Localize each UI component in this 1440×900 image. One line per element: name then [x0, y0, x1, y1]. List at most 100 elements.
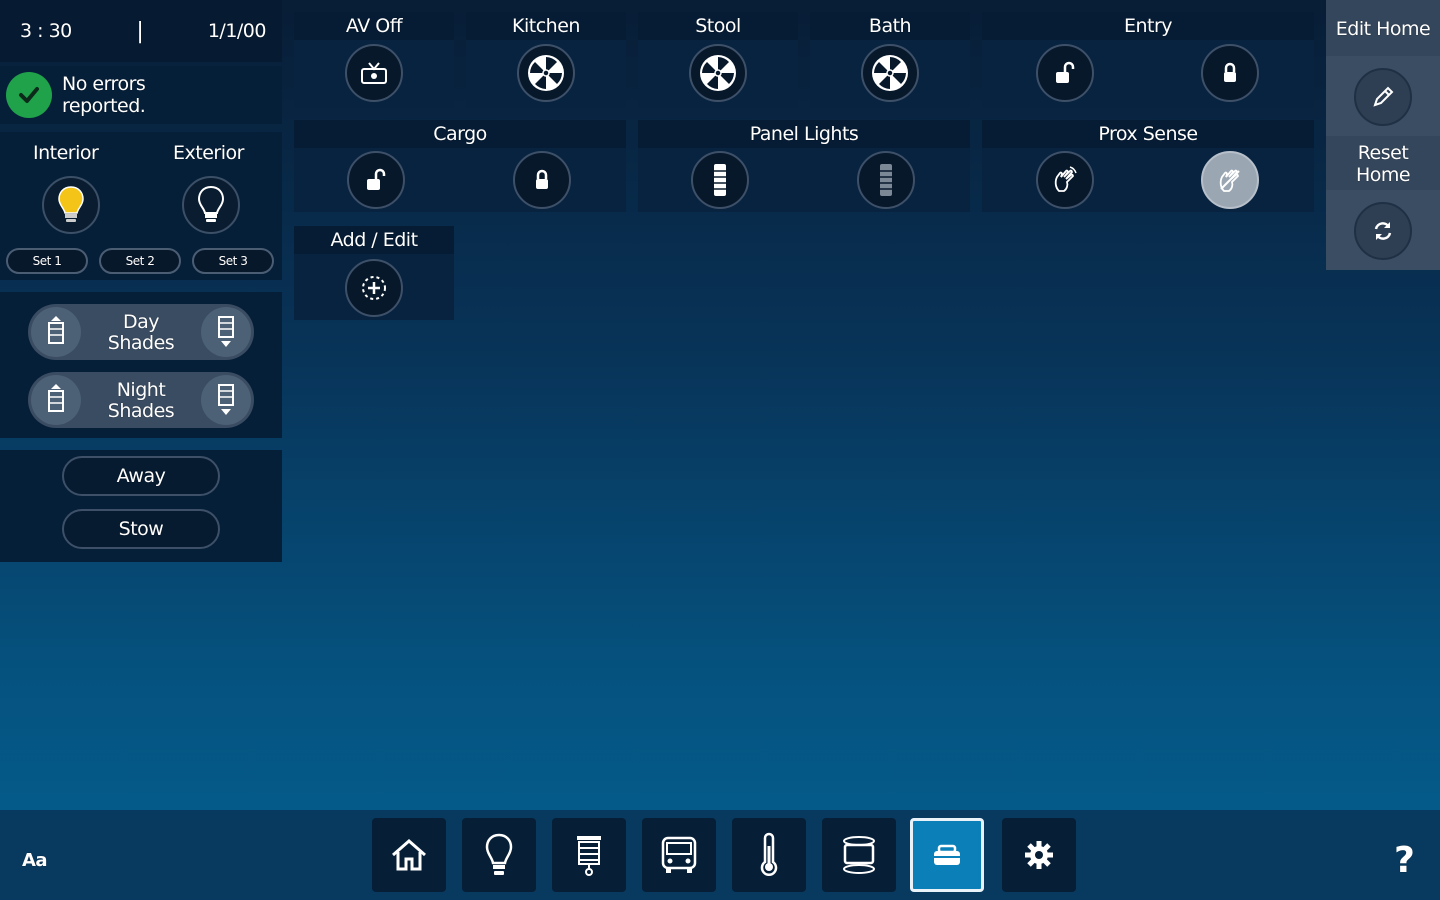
panel-light-on-icon [714, 164, 726, 196]
lock-icon [536, 169, 548, 189]
lightbulb-icon [485, 833, 513, 875]
stow-button[interactable]: Stow [62, 509, 220, 549]
font-size-button[interactable]: Aa [22, 850, 48, 871]
stool-fan-button[interactable] [689, 44, 747, 102]
hand-wave-icon [1054, 166, 1077, 192]
fan-icon [700, 55, 736, 91]
edit-panel: Edit Home Reset Home [1326, 0, 1440, 270]
tile-stool: Stool [638, 12, 798, 108]
tv-off-icon [361, 62, 387, 84]
unlock-icon [367, 168, 386, 190]
kitchen-fan-button[interactable] [517, 44, 575, 102]
day-shades-label-1: Day [122, 311, 160, 333]
night-shades-control: Night Shades [28, 372, 254, 428]
shade-down-icon [218, 316, 234, 347]
night-shades-down-button[interactable] [201, 375, 251, 425]
cargo-lock-button[interactable] [513, 151, 571, 209]
pencil-icon [1373, 86, 1394, 107]
shades-panel: Day Shades Night Shades [0, 292, 282, 438]
tile-kitchen: Kitchen [466, 12, 626, 108]
away-button[interactable]: Away [62, 456, 220, 496]
tile-cargo-title: Cargo [294, 120, 626, 148]
fan-icon [528, 55, 564, 91]
modes-panel: Away Stow [0, 450, 282, 562]
nav-plumbing-button[interactable] [910, 818, 984, 892]
add-edit-button[interactable] [345, 259, 403, 317]
tank-icon [934, 844, 960, 865]
help-button[interactable]: ? [1394, 840, 1415, 881]
tile-add-edit-title: Add / Edit [294, 226, 454, 254]
tile-prox-sense: Prox Sense [982, 120, 1314, 212]
panel-lights-on-button[interactable] [691, 151, 749, 209]
tile-entry-title: Entry [982, 12, 1314, 40]
reset-home-button[interactable] [1354, 202, 1412, 260]
tile-stool-title: Stool [638, 12, 798, 40]
night-shades-label-1: Night [116, 379, 166, 401]
av-off-button[interactable] [345, 44, 403, 102]
nav-home-button[interactable] [372, 818, 446, 892]
refresh-icon [1374, 222, 1392, 240]
night-shades-up-button[interactable] [31, 375, 81, 425]
nav-media-button[interactable] [822, 818, 896, 892]
monitor-icon [843, 836, 875, 874]
prox-sense-on-button[interactable] [1036, 151, 1094, 209]
shade-down-icon [218, 384, 234, 415]
thermometer-icon [760, 832, 778, 876]
panel-light-off-icon [880, 164, 892, 196]
unlock-icon [1056, 61, 1075, 83]
interior-light-button[interactable] [42, 176, 100, 234]
exterior-light-button[interactable] [182, 176, 240, 234]
date: 1/1/00 [207, 20, 267, 42]
tile-bath-title: Bath [810, 12, 970, 40]
tile-av-off: AV Off [294, 12, 454, 108]
rv-icon [661, 836, 697, 873]
bulb-off-icon [197, 185, 225, 222]
tile-panel-lights: Panel Lights [638, 120, 970, 212]
reset-home-label-1: Reset [1357, 142, 1409, 164]
edit-home-button[interactable] [1354, 68, 1412, 126]
cargo-unlock-button[interactable] [347, 151, 405, 209]
bath-fan-button[interactable] [861, 44, 919, 102]
entry-unlock-button[interactable] [1036, 44, 1094, 102]
set-2-button[interactable]: Set 2 [99, 248, 181, 274]
edit-home-label: Edit Home [1335, 18, 1431, 40]
set-1-button[interactable]: Set 1 [6, 248, 88, 274]
tile-entry: Entry [982, 12, 1314, 108]
exterior-label: Exterior [173, 142, 244, 164]
nav-lighting-button[interactable] [462, 818, 536, 892]
panel-lights-off-button[interactable] [857, 151, 915, 209]
error-status[interactable]: No errors reported. [0, 66, 282, 124]
shade-up-icon [48, 384, 64, 412]
checkmark-icon [6, 72, 52, 118]
entry-lock-button[interactable] [1201, 44, 1259, 102]
nav-shades-button[interactable] [552, 818, 626, 892]
day-shades-down-button[interactable] [201, 307, 251, 357]
bulb-on-icon [58, 186, 84, 222]
gear-icon [1025, 841, 1053, 869]
status-bar: 3 : 30 | 1/1/00 [0, 0, 282, 62]
tile-bath: Bath [810, 12, 970, 108]
shades-icon [577, 836, 601, 876]
tile-av-off-title: AV Off [294, 12, 454, 40]
nav-settings-button[interactable] [1002, 818, 1076, 892]
clock: 3 : 30 [20, 20, 72, 42]
day-shades-control: Day Shades [28, 304, 254, 360]
day-shades-up-button[interactable] [31, 307, 81, 357]
tile-cargo: Cargo [294, 120, 626, 212]
day-shades-label-2: Shades [107, 332, 175, 354]
error-message-line1: No errors [62, 73, 146, 95]
tile-add-edit: Add / Edit [294, 226, 454, 320]
tile-prox-sense-title: Prox Sense [982, 120, 1314, 148]
nav-vehicle-button[interactable] [642, 818, 716, 892]
lock-icon [1224, 62, 1236, 82]
tile-kitchen-title: Kitchen [466, 12, 626, 40]
nav-climate-button[interactable] [732, 818, 806, 892]
lights-panel: Interior Exterior Set 1 Set 2 Set 3 [0, 132, 282, 280]
add-icon [362, 276, 386, 300]
night-shades-label-2: Shades [107, 400, 175, 422]
set-3-button[interactable]: Set 3 [192, 248, 274, 274]
tile-panel-lights-title: Panel Lights [638, 120, 970, 148]
error-message-line2: reported. [62, 95, 146, 117]
prox-sense-off-button[interactable] [1201, 151, 1259, 209]
interior-label: Interior [33, 142, 99, 164]
